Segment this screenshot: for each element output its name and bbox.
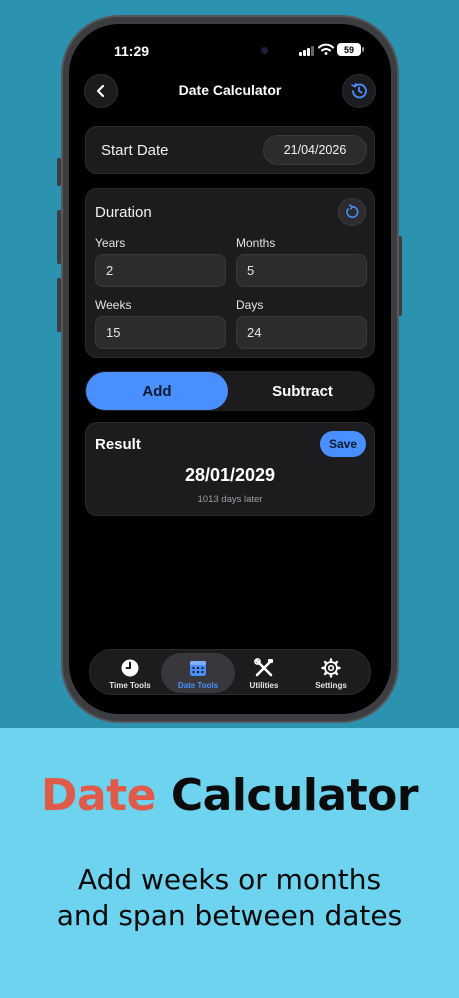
days-field[interactable]: 24: [236, 316, 367, 349]
tab-utilities[interactable]: Utilities: [229, 653, 299, 693]
tab-label: Time Tools: [109, 681, 151, 690]
years-field[interactable]: 2: [95, 254, 226, 287]
subtract-button[interactable]: Subtract: [231, 372, 374, 410]
days-label: Days: [236, 298, 264, 312]
subtitle-line-1: Add weeks or months: [77, 863, 382, 896]
duration-card: Duration Years 2 Months 5 Weeks 15 Days …: [85, 188, 375, 358]
status-time: 11:29: [114, 43, 150, 59]
result-days-note: 1013 days later: [197, 494, 263, 505]
tab-time-tools[interactable]: Time Tools: [95, 653, 165, 693]
battery-tip: [362, 47, 364, 52]
tab-date-tools[interactable]: Date Tools: [161, 653, 235, 693]
months-label: Months: [236, 236, 276, 250]
start-date-card: Start Date 21/04/2026: [85, 126, 375, 174]
weeks-label: Weeks: [95, 298, 132, 312]
duration-title: Duration: [95, 204, 152, 221]
tab-bar: Time Tools Date Tools Utilities Settings: [89, 649, 371, 695]
start-date-label: Start Date: [101, 142, 169, 159]
result-date: 28/01/2029: [184, 465, 276, 485]
tab-label: Settings: [315, 681, 347, 690]
battery-indicator: 59: [337, 43, 361, 56]
wifi-icon: [318, 43, 334, 55]
months-field[interactable]: 5: [236, 254, 367, 287]
tools-icon: [254, 658, 273, 677]
signal-icon: [299, 45, 314, 56]
status-bar: 11:29 59: [69, 24, 391, 76]
reset-duration-button[interactable]: [338, 198, 366, 226]
camera-indicator: [261, 47, 268, 54]
headline-main: Calculator: [170, 770, 419, 821]
phone-screen: 11:29 59 Date Calculator Start Date 21/0…: [69, 24, 391, 714]
result-title: Result: [95, 436, 141, 453]
clock-icon: [121, 659, 139, 677]
start-date-picker[interactable]: 21/04/2026: [263, 135, 367, 165]
tab-label: Utilities: [249, 681, 279, 690]
history-button[interactable]: [342, 74, 376, 108]
tab-settings[interactable]: Settings: [296, 653, 366, 693]
add-button[interactable]: Add: [86, 372, 228, 410]
years-label: Years: [95, 236, 126, 250]
gear-icon: [321, 658, 341, 678]
history-clock-icon: [351, 83, 367, 99]
headline-accent: Date: [40, 770, 157, 821]
reset-icon: [346, 204, 359, 219]
save-button[interactable]: Save: [320, 431, 366, 457]
promo-headline: Date Calculator: [0, 770, 459, 821]
subtitle-line-2: and span between dates: [56, 899, 403, 932]
promo-subtitle: Add weeks or months and span between dat…: [0, 862, 459, 934]
calendar-icon: [190, 661, 206, 676]
operation-toggle: Add Subtract: [85, 371, 375, 411]
result-card: Result Save 28/01/2029 1013 days later: [85, 422, 375, 516]
weeks-field[interactable]: 15: [95, 316, 226, 349]
tab-label: Date Tools: [177, 681, 219, 690]
